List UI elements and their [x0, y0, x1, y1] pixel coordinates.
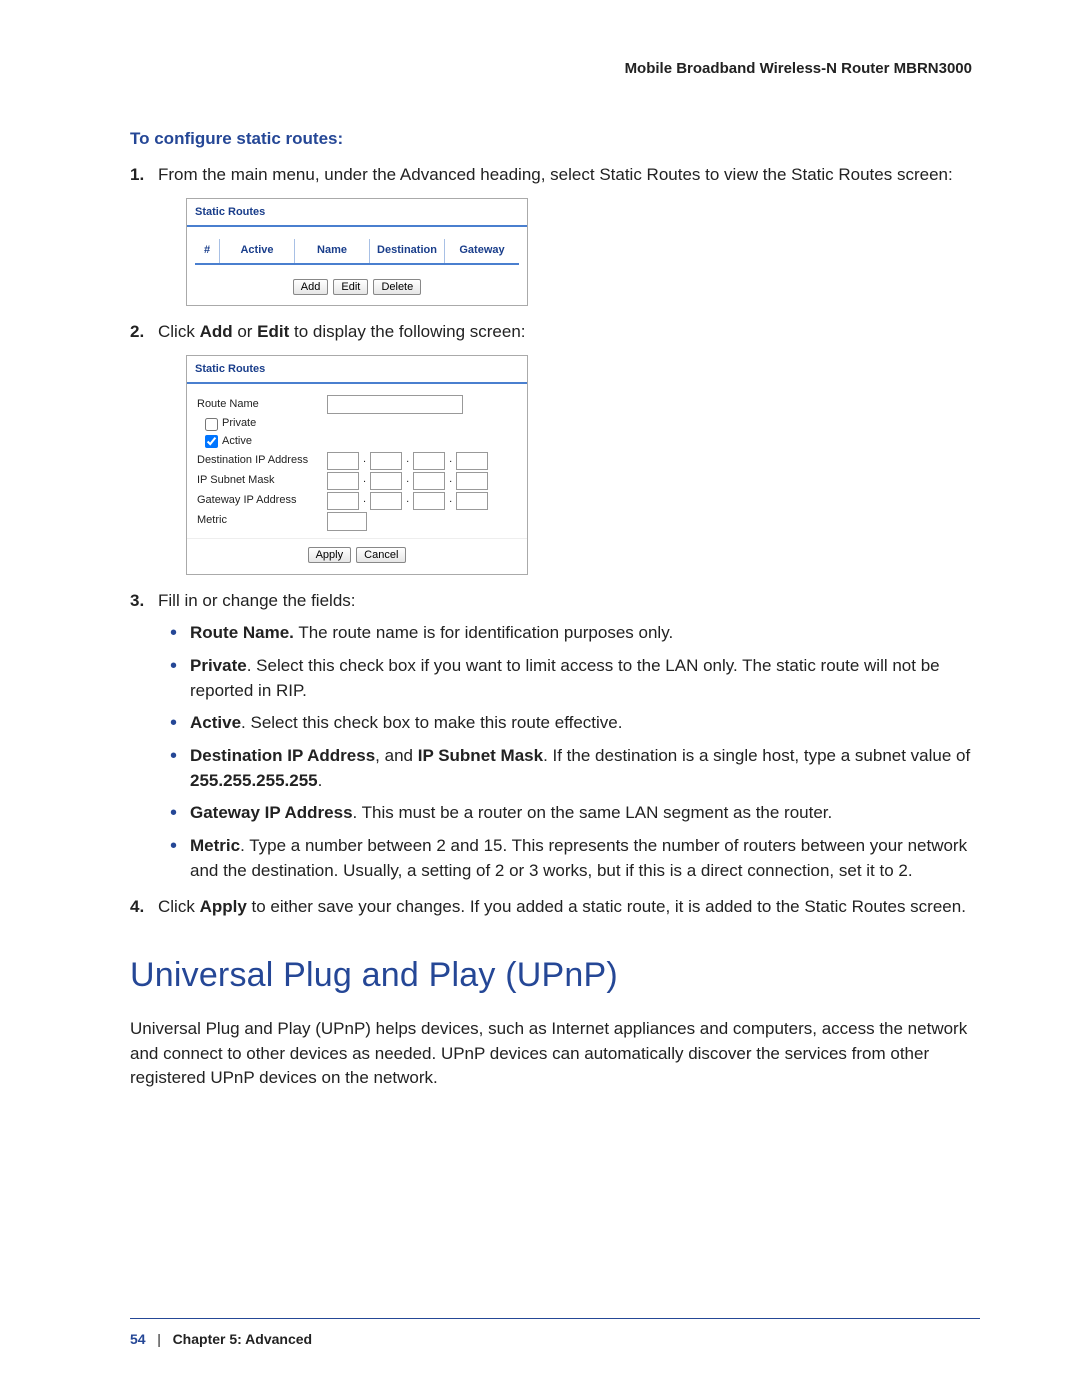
mask-2[interactable]: [370, 472, 402, 490]
step-2: Click Add or Edit to display the followi…: [158, 320, 980, 574]
private-checkbox[interactable]: [205, 418, 218, 431]
section-heading: To configure static routes:: [130, 129, 980, 149]
panel-title: Static Routes: [187, 356, 527, 384]
upnp-heading: Universal Plug and Play (UPnP): [130, 956, 980, 995]
step-1-text: From the main menu, under the Advanced h…: [158, 165, 953, 184]
static-routes-form-screenshot: Static Routes Route Name Private Active …: [186, 355, 528, 575]
label-gateway: Gateway IP Address: [197, 493, 327, 509]
cancel-button[interactable]: Cancel: [356, 547, 406, 563]
t: . Select this check box to make this rou…: [241, 713, 622, 732]
col-gateway: Gateway: [444, 239, 519, 263]
t: . This must be a router on the same LAN …: [353, 803, 833, 822]
label-subnet: IP Subnet Mask: [197, 473, 327, 489]
route-name-input[interactable]: [327, 395, 463, 414]
label-private: Private: [222, 416, 256, 432]
b1: Destination IP Address: [190, 746, 375, 765]
t2: .: [318, 771, 323, 790]
field-route-name: Route Name. The route name is for identi…: [190, 621, 980, 646]
page-footer: 54 | Chapter 5: Advanced: [130, 1318, 980, 1347]
col-name: Name: [294, 239, 369, 263]
m: , and: [375, 746, 418, 765]
field-active: Active. Select this check box to make th…: [190, 711, 980, 736]
static-routes-list-screenshot: Static Routes # Active Name Destination …: [186, 198, 528, 307]
add-button[interactable]: Add: [293, 279, 329, 295]
t: . Type a number between 2 and 15. This r…: [190, 836, 967, 880]
field-private: Private. Select this check box if you wa…: [190, 654, 980, 703]
b3: 255.255.255.255: [190, 771, 318, 790]
dest-ip-4[interactable]: [456, 452, 488, 470]
step-2-text-e: to display the following screen:: [289, 322, 525, 341]
running-header: Mobile Broadband Wireless-N Router MBRN3…: [130, 60, 980, 77]
b: Gateway IP Address: [190, 803, 353, 822]
mask-3[interactable]: [413, 472, 445, 490]
label-metric: Metric: [197, 513, 327, 529]
panel-title: Static Routes: [187, 199, 527, 227]
page-number: 54: [130, 1331, 146, 1347]
field-gateway: Gateway IP Address. This must be a route…: [190, 801, 980, 826]
mask-1[interactable]: [327, 472, 359, 490]
step-4-text-c: to either save your changes. If you adde…: [247, 897, 966, 916]
step-4-apply: Apply: [200, 897, 247, 916]
chapter-label: Chapter 5: Advanced: [173, 1331, 313, 1347]
step-1: From the main menu, under the Advanced h…: [158, 163, 980, 306]
field-metric: Metric. Type a number between 2 and 15. …: [190, 834, 980, 883]
label-active: Active: [222, 434, 252, 450]
step-3-text: Fill in or change the fields:: [158, 591, 356, 610]
step-4: Click Apply to either save your changes.…: [158, 895, 980, 920]
gw-4[interactable]: [456, 492, 488, 510]
mask-4[interactable]: [456, 472, 488, 490]
b: Route Name.: [190, 623, 294, 642]
gw-2[interactable]: [370, 492, 402, 510]
label-route-name: Route Name: [197, 397, 327, 413]
field-destination: Destination IP Address, and IP Subnet Ma…: [190, 744, 980, 793]
footer-sep: |: [157, 1331, 161, 1347]
edit-button[interactable]: Edit: [333, 279, 368, 295]
col-destination: Destination: [369, 239, 444, 263]
dest-ip-3[interactable]: [413, 452, 445, 470]
step-2-add: Add: [200, 322, 233, 341]
b: Active: [190, 713, 241, 732]
gw-3[interactable]: [413, 492, 445, 510]
dest-ip-2[interactable]: [370, 452, 402, 470]
col-hash: #: [195, 239, 219, 263]
col-active: Active: [219, 239, 294, 263]
upnp-paragraph: Universal Plug and Play (UPnP) helps dev…: [130, 1017, 980, 1091]
b: Private: [190, 656, 247, 675]
step-2-edit: Edit: [257, 322, 289, 341]
active-checkbox[interactable]: [205, 435, 218, 448]
b2: IP Subnet Mask: [418, 746, 543, 765]
step-4-text-a: Click: [158, 897, 200, 916]
delete-button[interactable]: Delete: [373, 279, 421, 295]
t: The route name is for identification pur…: [294, 623, 673, 642]
gw-1[interactable]: [327, 492, 359, 510]
footer-rule: [130, 1318, 980, 1319]
step-3: Fill in or change the fields: Route Name…: [158, 589, 980, 883]
label-dest-ip: Destination IP Address: [197, 453, 327, 469]
step-2-text-a: Click: [158, 322, 200, 341]
apply-button[interactable]: Apply: [308, 547, 352, 563]
t1: . If the destination is a single host, t…: [543, 746, 970, 765]
table-header: # Active Name Destination Gateway: [195, 239, 519, 265]
t: . Select this check box if you want to l…: [190, 656, 940, 700]
dest-ip-1[interactable]: [327, 452, 359, 470]
b: Metric: [190, 836, 240, 855]
step-2-text-c: or: [233, 322, 258, 341]
metric-input[interactable]: [327, 512, 367, 531]
